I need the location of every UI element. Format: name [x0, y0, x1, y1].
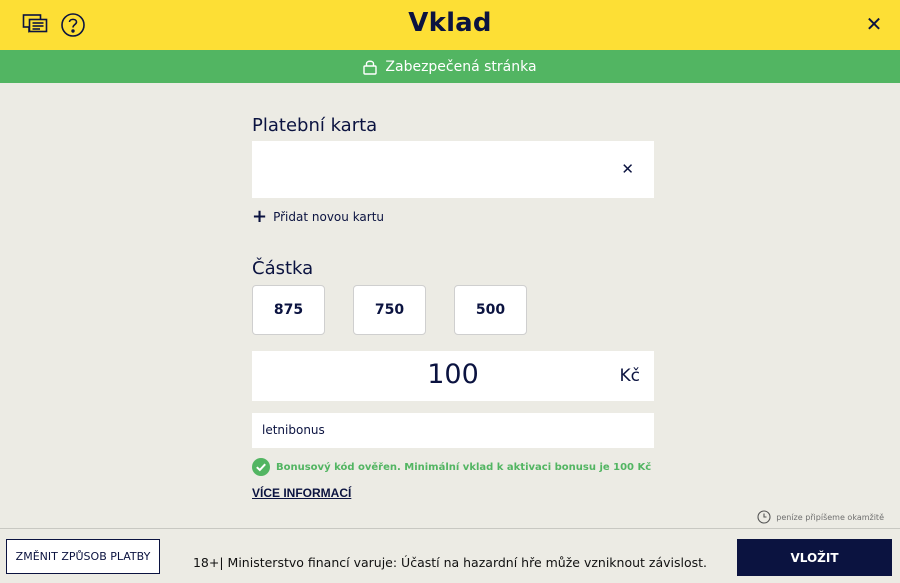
- add-card-button[interactable]: + Přidat novou kartu: [252, 206, 385, 227]
- secure-page-text: Zabezpečená stránka: [385, 58, 537, 75]
- amount-value: 100: [427, 359, 479, 390]
- footer-divider: [0, 528, 900, 529]
- clear-card-icon[interactable]: ✕: [621, 160, 634, 178]
- currency-label: Kč: [619, 366, 641, 386]
- add-card-label: Přidat novou kartu: [273, 210, 385, 224]
- amount-label: Částka: [252, 258, 314, 279]
- instant-credit-note: peníze připíšeme okamžitě: [757, 510, 884, 524]
- check-circle-icon: [252, 458, 270, 476]
- header-bar: Vklad ✕: [0, 0, 900, 50]
- bonus-code-input[interactable]: letnibonus: [252, 413, 654, 448]
- clock-icon: [757, 510, 771, 524]
- close-icon[interactable]: ✕: [860, 10, 888, 38]
- bonus-success-text: Bonusový kód ověřen. Minimální vklad k a…: [276, 461, 652, 473]
- payment-card-label: Platební karta: [252, 115, 378, 136]
- lock-icon: [363, 59, 378, 75]
- amount-input[interactable]: 100 Kč: [252, 351, 654, 401]
- change-payment-method-button[interactable]: ZMĚNIT ZPŮSOB PLATBY: [6, 539, 160, 574]
- amount-preset-button[interactable]: 875: [252, 285, 325, 335]
- bonus-success-message: Bonusový kód ověřen. Minimální vklad k a…: [252, 458, 651, 476]
- payment-card-field[interactable]: ✕: [252, 141, 654, 198]
- instant-credit-text: peníze připíšeme okamžitě: [776, 512, 884, 522]
- gambling-warning: 18+| Ministerstvo financí varuje: Účastí…: [192, 555, 708, 570]
- deposit-submit-button[interactable]: VLOŽIT: [737, 539, 892, 576]
- secure-page-banner: Zabezpečená stránka: [0, 50, 900, 83]
- plus-icon: +: [252, 206, 268, 227]
- bonus-code-value: letnibonus: [262, 423, 325, 437]
- page-title: Vklad: [408, 8, 492, 38]
- amount-preset-button[interactable]: 750: [353, 285, 426, 335]
- more-info-link[interactable]: VÍCE INFORMACÍ: [252, 486, 351, 500]
- amount-preset-button[interactable]: 500: [454, 285, 527, 335]
